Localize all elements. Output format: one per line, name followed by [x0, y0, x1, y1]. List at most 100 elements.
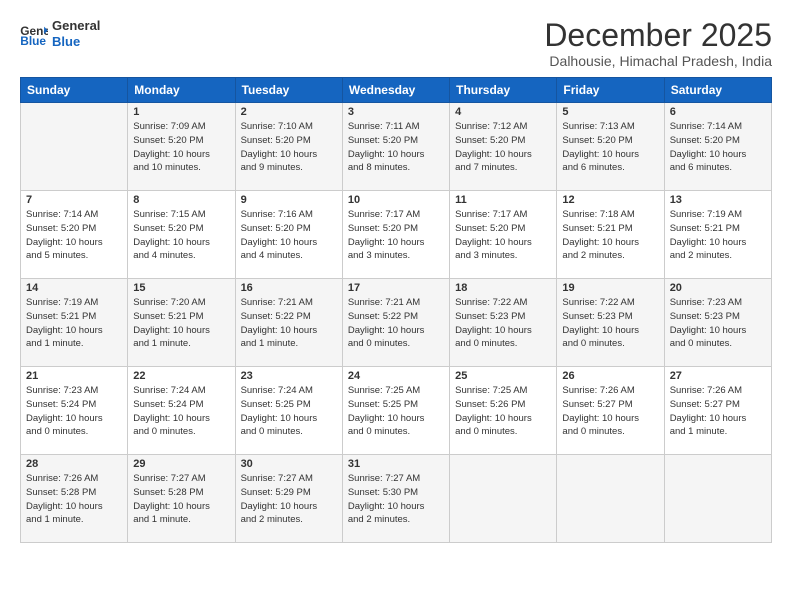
- calendar-cell: 20Sunrise: 7:23 AM Sunset: 5:23 PM Dayli…: [664, 279, 771, 367]
- day-info: Sunrise: 7:26 AM Sunset: 5:27 PM Dayligh…: [562, 384, 658, 439]
- logo-line2: Blue: [52, 34, 100, 50]
- day-number: 12: [562, 194, 658, 206]
- svg-text:Blue: Blue: [20, 34, 46, 45]
- month-title: December 2025: [544, 18, 772, 53]
- logo: General Blue General Blue: [20, 18, 100, 49]
- calendar-cell: 9 Sunrise: 7:16 AM Sunset: 5:20 PM Daylig…: [235, 191, 342, 279]
- day-info: Sunrise: 7:23 AM Sunset: 5:24 PM Dayligh…: [26, 384, 122, 439]
- calendar-cell: 18Sunrise: 7:22 AM Sunset: 5:23 PM Dayli…: [450, 279, 557, 367]
- day-number: 29: [133, 458, 229, 470]
- day-info: Sunrise: 7:12 AM Sunset: 5:20 PM Dayligh…: [455, 120, 551, 175]
- calendar-cell: 5Sunrise: 7:13 AM Sunset: 5:20 PM Daylig…: [557, 103, 664, 191]
- day-info: Sunrise: 7:21 AM Sunset: 5:22 PM Dayligh…: [241, 296, 337, 351]
- calendar-cell: 19 Sunrise: 7:22 AM Sunset: 5:23 PM Dayli…: [557, 279, 664, 367]
- day-info: Sunrise: 7:21 AM Sunset: 5:22 PM Dayligh…: [348, 296, 444, 351]
- calendar-cell: [557, 455, 664, 543]
- day-info: Sunrise: 7:22 AM Sunset: 5:23 PM Dayligh…: [562, 296, 658, 351]
- calendar-table: SundayMondayTuesdayWednesdayThursdayFrid…: [20, 77, 772, 543]
- calendar-cell: 16 Sunrise: 7:21 AM Sunset: 5:22 PM Dayli…: [235, 279, 342, 367]
- day-number: 26: [562, 370, 658, 382]
- calendar-week-row: 21Sunrise: 7:23 AM Sunset: 5:24 PM Dayli…: [21, 367, 772, 455]
- day-info: Sunrise: 7:19 AM Sunset: 5:21 PM Dayligh…: [670, 208, 766, 263]
- calendar-cell: 13 Sunrise: 7:19 AM Sunset: 5:21 PM Dayli…: [664, 191, 771, 279]
- calendar-cell: 24 Sunrise: 7:25 AM Sunset: 5:25 PM Dayli…: [342, 367, 449, 455]
- weekday-header: Monday: [128, 78, 235, 103]
- day-number: 1: [133, 106, 229, 118]
- day-number: 5: [562, 106, 658, 118]
- day-info: Sunrise: 7:26 AM Sunset: 5:27 PM Dayligh…: [670, 384, 766, 439]
- weekday-header: Sunday: [21, 78, 128, 103]
- calendar-cell: 26 Sunrise: 7:26 AM Sunset: 5:27 PM Dayli…: [557, 367, 664, 455]
- day-number: 13: [670, 194, 766, 206]
- day-number: 30: [241, 458, 337, 470]
- day-info: Sunrise: 7:27 AM Sunset: 5:28 PM Dayligh…: [133, 472, 229, 527]
- day-info: Sunrise: 7:17 AM Sunset: 5:20 PM Dayligh…: [455, 208, 551, 263]
- day-number: 17: [348, 282, 444, 294]
- day-info: Sunrise: 7:15 AM Sunset: 5:20 PM Dayligh…: [133, 208, 229, 263]
- day-number: 9: [241, 194, 337, 206]
- weekday-header: Saturday: [664, 78, 771, 103]
- calendar-cell: [21, 103, 128, 191]
- day-info: Sunrise: 7:14 AM Sunset: 5:20 PM Dayligh…: [26, 208, 122, 263]
- day-number: 24: [348, 370, 444, 382]
- day-info: Sunrise: 7:27 AM Sunset: 5:29 PM Dayligh…: [241, 472, 337, 527]
- day-number: 8: [133, 194, 229, 206]
- day-info: Sunrise: 7:26 AM Sunset: 5:28 PM Dayligh…: [26, 472, 122, 527]
- day-info: Sunrise: 7:20 AM Sunset: 5:21 PM Dayligh…: [133, 296, 229, 351]
- day-info: Sunrise: 7:25 AM Sunset: 5:26 PM Dayligh…: [455, 384, 551, 439]
- calendar-cell: 21Sunrise: 7:23 AM Sunset: 5:24 PM Dayli…: [21, 367, 128, 455]
- day-number: 20: [670, 282, 766, 294]
- calendar-cell: 2 Sunrise: 7:10 AM Sunset: 5:20 PM Daylig…: [235, 103, 342, 191]
- day-number: 22: [133, 370, 229, 382]
- calendar-cell: 31Sunrise: 7:27 AM Sunset: 5:30 PM Dayli…: [342, 455, 449, 543]
- day-number: 6: [670, 106, 766, 118]
- day-info: Sunrise: 7:19 AM Sunset: 5:21 PM Dayligh…: [26, 296, 122, 351]
- day-number: 27: [670, 370, 766, 382]
- calendar-cell: 14 Sunrise: 7:19 AM Sunset: 5:21 PM Dayli…: [21, 279, 128, 367]
- calendar-cell: 6 Sunrise: 7:14 AM Sunset: 5:20 PM Daylig…: [664, 103, 771, 191]
- day-number: 16: [241, 282, 337, 294]
- day-number: 19: [562, 282, 658, 294]
- day-number: 28: [26, 458, 122, 470]
- weekday-header: Wednesday: [342, 78, 449, 103]
- day-number: 15: [133, 282, 229, 294]
- calendar-cell: 8 Sunrise: 7:15 AM Sunset: 5:20 PM Daylig…: [128, 191, 235, 279]
- calendar-cell: 25 Sunrise: 7:25 AM Sunset: 5:26 PM Dayli…: [450, 367, 557, 455]
- calendar-cell: 29 Sunrise: 7:27 AM Sunset: 5:28 PM Dayli…: [128, 455, 235, 543]
- calendar-cell: 4 Sunrise: 7:12 AM Sunset: 5:20 PM Daylig…: [450, 103, 557, 191]
- day-number: 4: [455, 106, 551, 118]
- day-number: 11: [455, 194, 551, 206]
- day-number: 18: [455, 282, 551, 294]
- day-info: Sunrise: 7:16 AM Sunset: 5:20 PM Dayligh…: [241, 208, 337, 263]
- calendar-week-row: 14 Sunrise: 7:19 AM Sunset: 5:21 PM Dayli…: [21, 279, 772, 367]
- weekday-header: Thursday: [450, 78, 557, 103]
- day-number: 14: [26, 282, 122, 294]
- calendar-cell: 30 Sunrise: 7:27 AM Sunset: 5:29 PM Dayli…: [235, 455, 342, 543]
- header: General Blue General Blue December 2025 …: [20, 18, 772, 69]
- header-row: SundayMondayTuesdayWednesdayThursdayFrid…: [21, 78, 772, 103]
- calendar-week-row: 1Sunrise: 7:09 AM Sunset: 5:20 PM Daylig…: [21, 103, 772, 191]
- calendar-cell: 28 Sunrise: 7:26 AM Sunset: 5:28 PM Dayli…: [21, 455, 128, 543]
- day-info: Sunrise: 7:24 AM Sunset: 5:24 PM Dayligh…: [133, 384, 229, 439]
- day-info: Sunrise: 7:25 AM Sunset: 5:25 PM Dayligh…: [348, 384, 444, 439]
- day-info: Sunrise: 7:10 AM Sunset: 5:20 PM Dayligh…: [241, 120, 337, 175]
- calendar-cell: 10Sunrise: 7:17 AM Sunset: 5:20 PM Dayli…: [342, 191, 449, 279]
- calendar-cell: 23Sunrise: 7:24 AM Sunset: 5:25 PM Dayli…: [235, 367, 342, 455]
- day-number: 2: [241, 106, 337, 118]
- calendar-week-row: 28 Sunrise: 7:26 AM Sunset: 5:28 PM Dayli…: [21, 455, 772, 543]
- day-info: Sunrise: 7:17 AM Sunset: 5:20 PM Dayligh…: [348, 208, 444, 263]
- day-number: 31: [348, 458, 444, 470]
- page: General Blue General Blue December 2025 …: [0, 0, 792, 612]
- calendar-cell: 17 Sunrise: 7:21 AM Sunset: 5:22 PM Dayli…: [342, 279, 449, 367]
- day-number: 25: [455, 370, 551, 382]
- day-number: 3: [348, 106, 444, 118]
- calendar-cell: 12 Sunrise: 7:18 AM Sunset: 5:21 PM Dayli…: [557, 191, 664, 279]
- calendar-cell: 27 Sunrise: 7:26 AM Sunset: 5:27 PM Dayli…: [664, 367, 771, 455]
- day-info: Sunrise: 7:14 AM Sunset: 5:20 PM Dayligh…: [670, 120, 766, 175]
- day-info: Sunrise: 7:18 AM Sunset: 5:21 PM Dayligh…: [562, 208, 658, 263]
- day-number: 23: [241, 370, 337, 382]
- calendar-cell: 7Sunrise: 7:14 AM Sunset: 5:20 PM Daylig…: [21, 191, 128, 279]
- logo-icon: General Blue: [20, 23, 48, 45]
- calendar-cell: 22 Sunrise: 7:24 AM Sunset: 5:24 PM Dayli…: [128, 367, 235, 455]
- weekday-header: Tuesday: [235, 78, 342, 103]
